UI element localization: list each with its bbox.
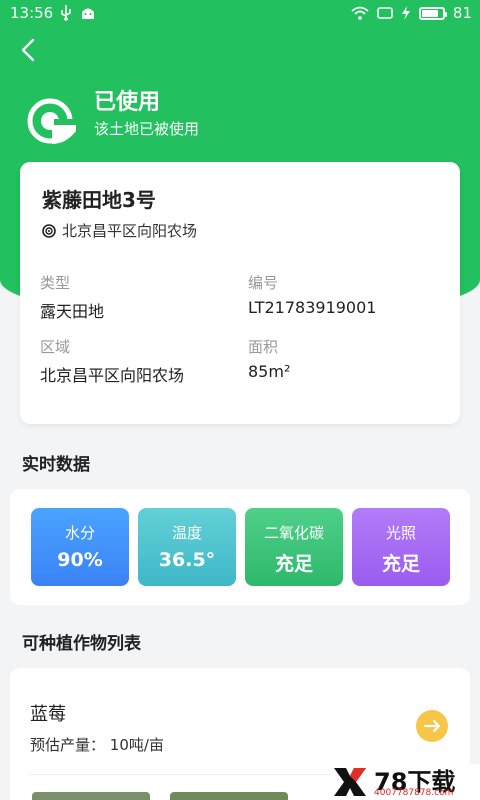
status-subtitle: 该土地已被使用 [94, 120, 200, 138]
field-value-type: 露天田地 [40, 302, 105, 321]
light-tile[interactable]: 光照 充足 [352, 508, 450, 586]
watermark: 78下载 4007787878.com [330, 764, 480, 800]
tile-value: 90% [57, 549, 103, 571]
arrow-right-icon [423, 719, 441, 733]
battery-percent: 81 [452, 4, 472, 22]
tile-label: 水分 [64, 524, 95, 542]
android-icon [82, 8, 94, 19]
tile-value: 充足 [381, 553, 420, 575]
crop-yield-value: 10吨/亩 [109, 736, 164, 754]
tile-label: 光照 [385, 524, 416, 542]
usb-icon [61, 5, 71, 21]
crop-yield: 预估产量： 10吨/亩 [30, 734, 164, 755]
crop-name: 蓝莓 [30, 704, 66, 725]
tile-label: 温度 [171, 524, 202, 542]
back-button[interactable] [14, 34, 46, 66]
crop-yield-label: 预估产量： [30, 736, 106, 754]
battery-icon [418, 6, 447, 20]
wifi-icon [351, 6, 369, 20]
co2-tile[interactable]: 二氧化碳 充足 [245, 508, 343, 586]
tile-value: 36.5° [158, 549, 216, 571]
status-bar: 13:56 81 [0, 0, 480, 26]
crop-detail-button[interactable] [416, 710, 448, 742]
field-label-type: 类型 [40, 274, 71, 292]
watermark-logo-icon [334, 768, 366, 796]
field-value-code: LT21783919001 [248, 298, 377, 317]
land-info-card: 紫藤田地3号 北京昌平区向阳农场 类型 露天田地 编号 LT2178391900… [20, 162, 460, 424]
screen-icon [377, 7, 393, 19]
crop-image [170, 792, 288, 800]
field-label-region: 区域 [40, 338, 71, 356]
field-value-region: 北京昌平区向阳农场 [40, 366, 185, 385]
realtime-section-title: 实时数据 [22, 455, 90, 475]
tile-label: 二氧化碳 [263, 524, 324, 542]
land-location: 北京昌平区向阳农场 [42, 220, 197, 241]
crop-image [32, 792, 150, 800]
realtime-data-panel: 水分 90% 温度 36.5° 二氧化碳 充足 光照 充足 [10, 489, 470, 605]
field-value-area: 85m² [248, 362, 291, 381]
land-name: 紫藤田地3号 [42, 188, 156, 212]
field-label-area: 面积 [248, 338, 279, 356]
temperature-tile[interactable]: 温度 36.5° [138, 508, 236, 586]
tile-value: 充足 [274, 553, 313, 575]
notification-icons [60, 5, 96, 21]
moisture-tile[interactable]: 水分 90% [31, 508, 129, 586]
watermark-url: 4007787878.com [374, 788, 454, 798]
land-location-text: 北京昌平区向阳农场 [62, 222, 198, 240]
chevron-left-icon [21, 38, 35, 62]
location-pin-icon [42, 223, 56, 238]
field-label-code: 编号 [248, 274, 279, 292]
status-time: 13:56 [10, 4, 54, 22]
crops-section-title: 可种植作物列表 [22, 634, 141, 654]
used-status-icon [27, 98, 78, 144]
battery-fill [421, 9, 438, 17]
status-title: 已使用 [94, 90, 161, 115]
charging-icon [401, 6, 410, 20]
